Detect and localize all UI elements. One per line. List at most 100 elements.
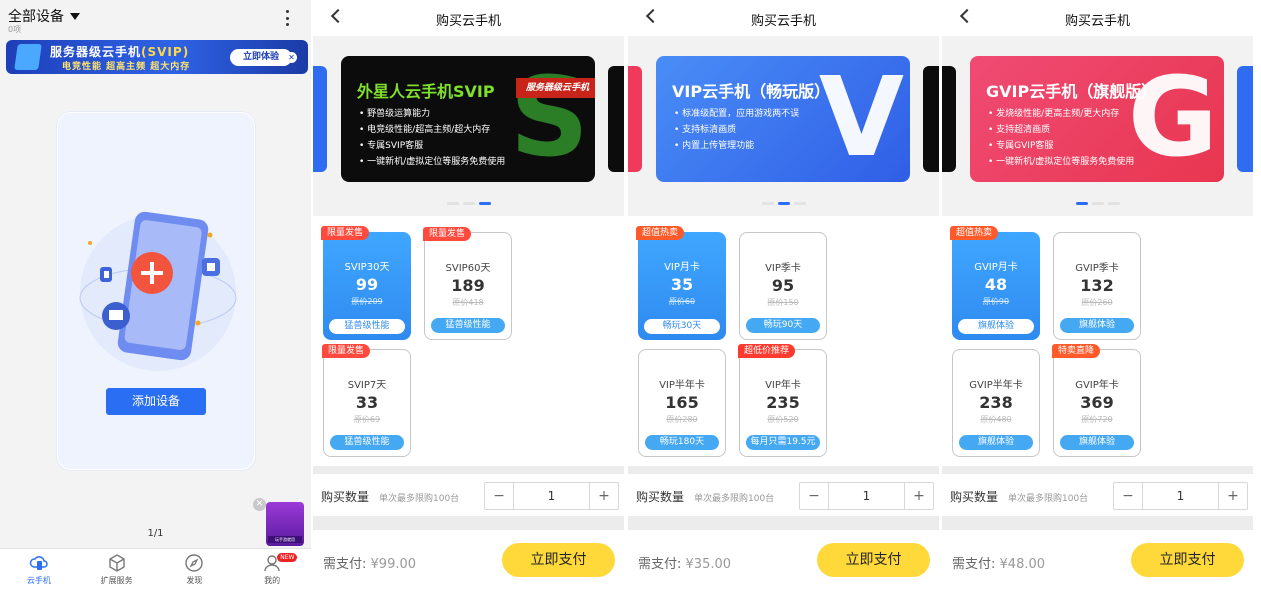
float-ad-close-icon[interactable]: ✕ [253, 498, 266, 511]
plan-name: GVIP半年卡 [969, 380, 1023, 391]
payment-row: 需支付: ¥35.00 立即支付 [628, 530, 939, 594]
device-filter-label: 全部设备 [8, 9, 64, 25]
page-title: 购买云手机 [435, 14, 501, 29]
decrement-button[interactable]: − [485, 483, 513, 509]
decrement-button[interactable]: − [800, 483, 828, 509]
add-device-button[interactable]: 添加设备 [106, 388, 206, 415]
carousel-dot[interactable] [1091, 202, 1104, 205]
banner-feature: 一键新机/虚拟定位等服务免费使用 [359, 154, 505, 170]
carousel-dot[interactable] [478, 202, 491, 205]
carousel-dot[interactable] [446, 202, 459, 205]
plan-card[interactable]: VIP季卡 95 原价150 畅玩90天 [739, 232, 827, 340]
plan-card[interactable]: VIP半年卡 165 原价280 畅玩180天 [638, 349, 726, 457]
quantity-label: 购买数量 [950, 490, 999, 504]
plan-card[interactable]: 限量发售 SVIP30天 99 原价209 猛兽级性能 [321, 226, 411, 340]
plan-card[interactable]: 超值热卖 GVIP月卡 48 原价90 旗舰体验 [950, 226, 1040, 340]
banner-feature: 专属SVIP客服 [359, 138, 505, 154]
quantity-row: 购买数量 单次最多限购100台 −1 + [942, 474, 1253, 516]
banner-carousel[interactable]: GGVIP云手机（旗舰版）发烧级性能/更高主频/更大内存支持超清画质专属GVIP… [942, 36, 1253, 216]
svip-promo-banner[interactable]: 服务器级云手机(SVIP) 电竞性能 超高主频 超大内存 立即体验 ✕ [6, 40, 308, 74]
plan-price: 369 [1080, 393, 1114, 412]
plan-banner[interactable]: S外星人云手机SVIP服务器级云手机野兽级运算能力电竞级性能/超高主频/超大内存… [341, 56, 595, 182]
banner-peek-right [608, 66, 624, 172]
payment-row: 需支付: ¥48.00 立即支付 [942, 530, 1253, 594]
carousel-dot[interactable] [462, 202, 475, 205]
more-vertical-icon[interactable] [285, 10, 289, 26]
plan-card[interactable]: GVIP半年卡 238 原价480 旗舰体验 [952, 349, 1040, 457]
increment-button[interactable]: + [1219, 483, 1247, 509]
quantity-stepper: −1 + [1113, 482, 1248, 510]
carousel-dot[interactable] [793, 202, 806, 205]
plan-banner[interactable]: GGVIP云手机（旗舰版）发烧级性能/更高主频/更大内存支持超清画质专属GVIP… [970, 56, 1224, 182]
new-badge: NEW [277, 553, 298, 562]
carousel-dot[interactable] [777, 202, 790, 205]
pay-now-button[interactable]: 立即支付 [1131, 543, 1244, 577]
device-filter-dropdown[interactable]: 全部设备 [8, 6, 80, 26]
carousel-dots [942, 202, 1253, 205]
plan-perk-badge: 畅玩30天 [644, 319, 720, 334]
banner-feature-list: 发烧级性能/更高主频/更大内存支持超清画质专属GVIP客服一键新机/虚拟定位等服… [988, 106, 1134, 170]
plan-price: 238 [979, 393, 1013, 412]
close-icon[interactable]: ✕ [286, 52, 297, 63]
plan-price: 33 [355, 393, 379, 412]
quantity-row: 购买数量 单次最多限购100台 −1 + [313, 474, 624, 516]
banner-carousel[interactable]: VVIP云手机（畅玩版） 标准级配置，应用游戏两不误支持标清画质内置上传管理功能 [628, 36, 939, 216]
plan-name: SVIP30天 [344, 262, 390, 273]
quantity-input[interactable]: 1 [1142, 483, 1219, 509]
plan-price: 189 [451, 276, 485, 295]
payment-total-amount: ¥99.00 [370, 557, 417, 572]
plan-name: GVIP月卡 [974, 262, 1018, 273]
banner-feature: 支持标清画质 [674, 122, 799, 138]
carousel-dot[interactable] [1107, 202, 1120, 205]
plan-original-price: 原价480 [980, 415, 1012, 424]
plan-price: 48 [984, 275, 1008, 294]
carousel-dot[interactable] [761, 202, 774, 205]
payment-row: 需支付: ¥99.00 立即支付 [313, 530, 624, 594]
purchase-panel: 购买云手机 VVIP云手机（畅玩版） 标准级配置，应用游戏两不误支持标清画质内置上传… [628, 0, 939, 594]
banner-carousel[interactable]: S外星人云手机SVIP服务器级云手机野兽级运算能力电竞级性能/超高主频/超大内存… [313, 36, 624, 216]
increment-button[interactable]: + [590, 483, 618, 509]
tab-extend-service[interactable]: 扩展服务 [78, 549, 156, 594]
pay-now-button[interactable]: 立即支付 [817, 543, 930, 577]
increment-button[interactable]: + [905, 483, 933, 509]
plan-card[interactable]: GVIP季卡 132 原价260 旗舰体验 [1053, 232, 1141, 340]
tab-mine[interactable]: 我的 NEW [233, 549, 311, 594]
decrement-button[interactable]: − [1114, 483, 1142, 509]
plan-card[interactable]: 限量发售 SVIP7天 33 原价69 猛兽级性能 [322, 344, 411, 457]
purchase-header: 购买云手机 [313, 0, 624, 36]
plan-card[interactable]: 限量发售 SVIP60天 189 原价418 猛兽级性能 [423, 227, 512, 340]
promo-try-button[interactable]: 立即体验 [230, 49, 292, 66]
plan-card[interactable]: 超值热卖 VIP月卡 35 原价60 畅玩30天 [636, 226, 726, 340]
plan-original-price: 原价150 [767, 298, 799, 307]
tab-label: 我的 [264, 576, 281, 585]
plan-price: 99 [355, 275, 379, 294]
carousel-dot[interactable] [1075, 202, 1088, 205]
banner-feature: 内置上传管理功能 [674, 138, 799, 154]
plan-card[interactable]: 超低价推荐 VIP年卡 235 原价520 每月只需19.5元 [738, 344, 827, 457]
payment-total: 需支付: ¥35.00 [638, 553, 731, 572]
page-title: 购买云手机 [750, 14, 816, 29]
plan-card[interactable]: 特卖直降 GVIP年卡 369 原价720 旗舰体验 [1052, 344, 1141, 457]
payment-total: 需支付: ¥99.00 [323, 553, 416, 572]
plan-banner[interactable]: VVIP云手机（畅玩版） 标准级配置，应用游戏两不误支持标清画质内置上传管理功能 [656, 56, 910, 182]
page-title: 购买云手机 [1064, 14, 1130, 29]
quantity-input[interactable]: 1 [513, 483, 590, 509]
pay-now-button[interactable]: 立即支付 [502, 543, 615, 577]
plan-price: 95 [771, 276, 795, 295]
plan-perk-badge: 猛兽级性能 [329, 319, 405, 334]
purchase-header: 购买云手机 [942, 0, 1253, 36]
quantity-stepper: −1 + [799, 482, 934, 510]
empty-device-card: 添加设备 [57, 112, 255, 470]
tab-label: 发现 [186, 576, 203, 585]
promo-logo-icon [14, 44, 42, 70]
banner-letter-graphic: V [818, 56, 904, 181]
floating-game-ad[interactable]: 玩手游就用 [266, 502, 304, 546]
tab-cloud-phone[interactable]: 云手机 [0, 549, 78, 594]
quantity-limit-note: 单次最多限购100台 [1008, 494, 1089, 504]
banner-feature: 标准级配置，应用游戏两不误 [674, 106, 799, 122]
tab-discover[interactable]: 发现 [156, 549, 234, 594]
quantity-input[interactable]: 1 [828, 483, 905, 509]
plan-perk-badge: 猛兽级性能 [330, 435, 404, 450]
quantity-stepper: −1 + [484, 482, 619, 510]
banner-feature: 支持超清画质 [988, 122, 1134, 138]
